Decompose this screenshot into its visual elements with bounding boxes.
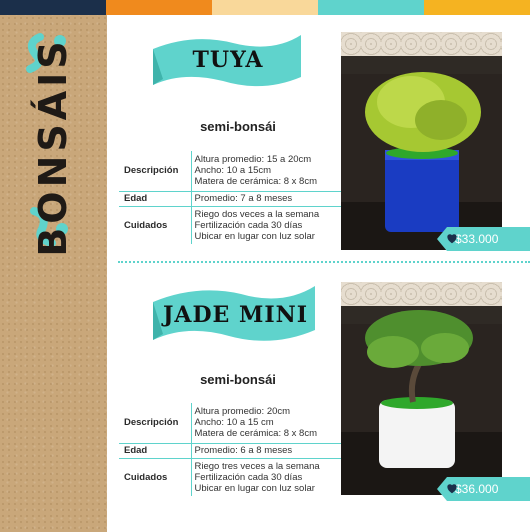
price-value: $33.000	[455, 232, 499, 246]
spec-key: Descripción	[119, 151, 191, 192]
table-row: Descripción Altura promedio: 15 a 20cm A…	[119, 151, 341, 192]
product-photo	[341, 32, 502, 250]
spec-value: Promedio: 7 a 8 meses	[190, 191, 341, 207]
stripe-teal	[318, 0, 424, 15]
spec-key: Cuidados	[124, 219, 168, 231]
spec-key: Edad	[119, 443, 191, 459]
stripe-cream	[212, 0, 318, 15]
product-subtitle: semi-bonsái	[200, 372, 276, 387]
name-banner: JADE MINI	[153, 280, 315, 342]
table-row: Cuidados Riego dos veces a la semana Fer…	[119, 206, 341, 244]
heart-icon	[447, 234, 457, 244]
table-row: Edad Promedio: 7 a 8 meses	[119, 191, 341, 207]
section-divider	[118, 261, 530, 263]
color-stripe-bar	[0, 0, 530, 15]
spec-key: Edad	[119, 191, 191, 207]
spec-table: Descripción Altura promedio: 15 a 20cm A…	[119, 151, 341, 244]
spec-table: Descripción Altura promedio: 20cm Ancho:…	[119, 403, 341, 496]
stripe-navy	[0, 0, 106, 15]
heart-icon	[447, 484, 457, 494]
spec-value: Riego dos veces a la semana Fertilizació…	[190, 206, 341, 244]
name-banner: TUYA	[153, 29, 303, 91]
spec-value: Riego tres veces a la semana Fertilizaci…	[190, 458, 341, 496]
price-value: $36.000	[455, 482, 499, 496]
product-card-tuya: TUYA semi-bonsái Descripción Altura prom…	[107, 15, 530, 261]
stripe-orange	[106, 0, 212, 15]
bonsai-tuya-image	[365, 72, 481, 232]
product-name: TUYA	[192, 47, 264, 73]
bonsai-jade-image	[365, 310, 473, 468]
spec-key: Descripción	[119, 403, 191, 444]
spec-value: Altura promedio: 20cm Ancho: 10 a 15 cm …	[190, 403, 341, 444]
product-card-jade-mini: JADE MINI semi-bonsái Descripción Altura…	[107, 264, 530, 532]
spec-value: Promedio: 6 a 8 meses	[190, 443, 341, 459]
table-row: Edad Promedio: 6 a 8 meses	[119, 443, 341, 459]
table-row: Descripción Altura promedio: 20cm Ancho:…	[119, 403, 341, 444]
product-name: JADE MINI	[162, 302, 309, 328]
price-tag: $33.000	[437, 227, 530, 251]
stripe-yellow	[424, 0, 530, 15]
spec-key: Cuidados	[124, 471, 168, 483]
spec-value: Altura promedio: 15 a 20cm Ancho: 10 a 1…	[190, 151, 341, 192]
section-title: BONSÁIS	[31, 37, 75, 257]
product-subtitle: semi-bonsái	[200, 119, 276, 134]
price-tag: $36.000	[437, 477, 530, 501]
table-row: Cuidados Riego tres veces a la semana Fe…	[119, 458, 341, 496]
kraft-sidebar: BONSÁIS	[0, 15, 107, 532]
product-photo	[341, 282, 502, 495]
